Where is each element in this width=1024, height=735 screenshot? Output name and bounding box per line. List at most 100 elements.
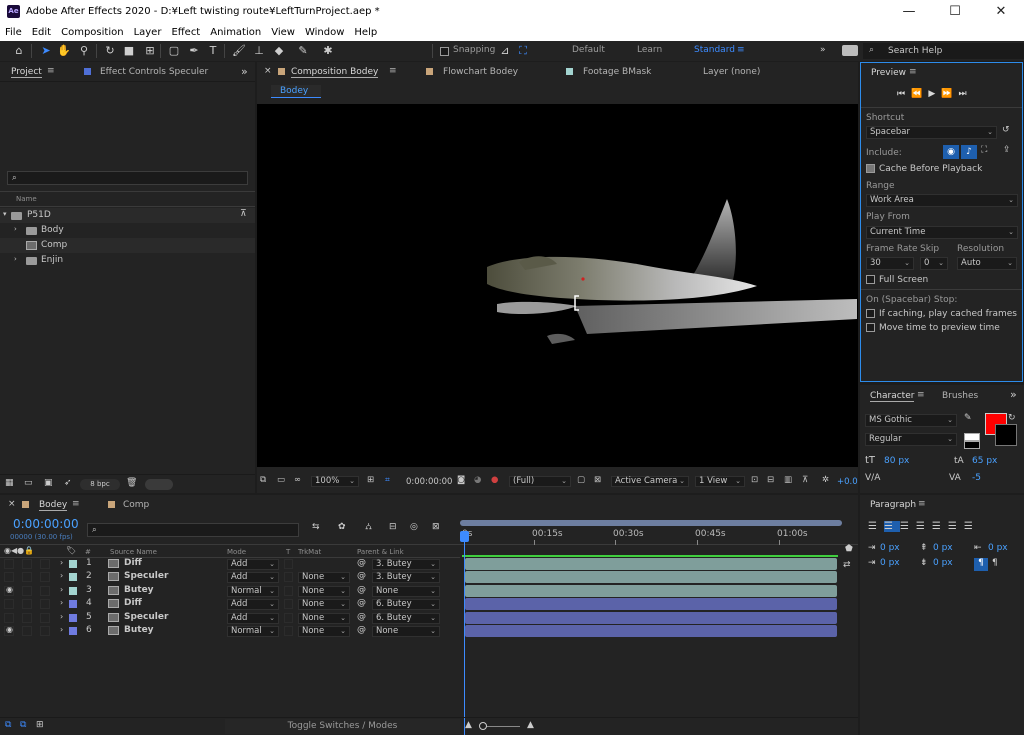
workspace-default[interactable]: Default [572, 45, 605, 55]
menu-view[interactable]: View [271, 27, 295, 38]
expand-arrow-icon[interactable]: › [60, 558, 63, 567]
play-icon[interactable]: ▶ [928, 89, 941, 99]
export-icon[interactable]: ⇪ [1003, 145, 1011, 155]
audio-switch-box[interactable] [22, 586, 32, 596]
layer-duration-bar[interactable] [465, 625, 837, 637]
video-switch-box[interactable] [4, 613, 14, 623]
layer-duration-bar[interactable] [465, 571, 837, 583]
first-frame-icon[interactable]: ⏮ [897, 89, 911, 99]
menu-animation[interactable]: Animation [210, 27, 261, 38]
parent-dropdown[interactable]: None ⌄ [372, 586, 440, 597]
tracking-value[interactable]: -5 [972, 473, 981, 483]
track-matte-dropdown[interactable]: None ⌄ [298, 599, 350, 610]
leading-value[interactable]: 65 px [972, 456, 997, 466]
snap-edges-icon[interactable]: ⊿ [497, 43, 513, 58]
expand-switches-icon[interactable]: ⊞ [36, 720, 44, 730]
composition-viewer[interactable] [257, 104, 858, 467]
skip-dropdown[interactable]: 0 ⌄ [920, 257, 948, 270]
sync-settings-icon[interactable] [842, 45, 858, 56]
fast-previews-icon[interactable]: ⊟ [767, 475, 774, 485]
list-item[interactable]: › Enjin [0, 253, 255, 268]
full-screen-checkbox[interactable] [866, 275, 875, 284]
blend-mode-dropdown[interactable]: Add ⌄ [227, 572, 279, 583]
stroke-color-swatch[interactable] [995, 424, 1017, 446]
tab-timeline-bodey[interactable]: Bodey [39, 500, 68, 511]
rotate-tool-icon[interactable]: ↻ [102, 43, 118, 58]
motion-blur-icon[interactable]: ◎ [410, 522, 418, 532]
toggle-switches-modes-button[interactable]: Toggle Switches / Modes [225, 719, 460, 734]
lock-switch-box[interactable] [40, 586, 50, 596]
tab-character[interactable]: Character [870, 391, 915, 402]
table-row[interactable]: › 5 Speculer Add ⌄ None ⌄ @6. Butey ⌄ [0, 612, 460, 625]
reset-icon[interactable]: ↺ [1002, 125, 1010, 135]
hide-shy-layers-icon[interactable]: ⛼ [365, 522, 372, 533]
playhead-marker[interactable] [460, 531, 469, 542]
panel-menu-icon[interactable]: ≡ [917, 390, 925, 400]
space-after-value[interactable]: 0 px [933, 558, 953, 568]
render-queue-icon[interactable]: ➶ [64, 478, 72, 488]
justify-all-icon[interactable]: ☰ [964, 521, 980, 532]
list-item[interactable]: Comp [0, 238, 255, 253]
transparency-grid-icon[interactable]: ⊠ [594, 475, 601, 485]
justify-left-icon[interactable]: ☰ [916, 521, 932, 532]
text-direction-rtl-icon[interactable]: ¶ [992, 558, 998, 568]
panel-menu-icon[interactable]: ≡ [47, 66, 55, 76]
timeline-zoom-handle[interactable] [479, 722, 487, 730]
pick-whip-icon[interactable]: @ [357, 571, 366, 581]
include-audio-icon[interactable]: ♪ [961, 145, 977, 159]
timeline-icon[interactable]: ▥ [784, 475, 792, 485]
white-swatch[interactable] [964, 433, 980, 441]
snapshot-tools-icon[interactable]: ⧉ [260, 475, 266, 485]
label-color-icon[interactable] [69, 627, 77, 635]
indent-left-value[interactable]: 0 px [880, 543, 900, 553]
align-right-icon[interactable]: ☰ [900, 521, 916, 532]
tab-effect-controls[interactable]: Effect Controls Speculer [100, 67, 208, 77]
camera-snapshot-icon[interactable]: ◙ [457, 475, 465, 485]
workspace-overflow-icon[interactable]: » [820, 45, 826, 55]
thumbnail-slider[interactable] [145, 479, 173, 490]
workspace-menu-icon[interactable]: ≡ [737, 45, 745, 55]
frame-blending-icon[interactable]: ⊟ [389, 522, 397, 532]
label-color-icon[interactable] [69, 560, 77, 568]
draft-3d-icon[interactable]: ✿ [338, 522, 346, 532]
video-switch-box[interactable] [4, 599, 14, 609]
minimize-button[interactable]: — [886, 0, 932, 24]
parent-dropdown[interactable]: None ⌄ [372, 626, 440, 637]
layer-duration-bar[interactable] [465, 598, 837, 610]
menu-file[interactable]: File [5, 27, 22, 38]
zoom-out-icon[interactable]: ▲ [465, 720, 472, 730]
flowchart-icon[interactable]: ⊼ [240, 209, 247, 219]
render-time-icon[interactable]: ⧉ [5, 720, 11, 730]
tab-footage[interactable]: Footage BMask [583, 67, 651, 77]
preserve-transparency-box[interactable] [284, 559, 293, 569]
trash-icon[interactable]: 🗑 [126, 478, 137, 488]
font-size-value[interactable]: 80 px [884, 456, 909, 466]
tab-brushes[interactable]: Brushes [942, 391, 978, 401]
preserve-transparency-box[interactable] [284, 572, 293, 582]
audio-switch-box[interactable] [22, 572, 32, 582]
play-from-dropdown[interactable]: Current Time ⌄ [866, 226, 1018, 239]
lock-switch-box[interactable] [40, 626, 50, 636]
text-direction-ltr-icon[interactable]: ¶ [974, 558, 988, 571]
selection-tool-icon[interactable]: ➤ [38, 43, 54, 58]
expand-arrow-icon[interactable]: › [14, 255, 17, 263]
include-overlays-icon[interactable]: ⛶ [981, 145, 987, 155]
show-snapshot-icon[interactable]: ◕ [474, 475, 481, 485]
track-matte-dropdown[interactable]: None ⌄ [298, 572, 350, 583]
workspace-standard[interactable]: Standard [694, 45, 735, 55]
toggle-pixel-aspect-icon[interactable]: ⊡ [751, 475, 758, 485]
pick-whip-icon[interactable]: @ [357, 625, 366, 635]
layer-duration-bar[interactable] [465, 585, 837, 597]
preserve-transparency-box[interactable] [284, 586, 293, 596]
audio-switch-box[interactable] [22, 626, 32, 636]
menu-window[interactable]: Window [305, 27, 344, 38]
pan-behind-tool-icon[interactable]: ⊞ [142, 43, 158, 58]
black-swatch[interactable] [964, 441, 980, 449]
video-switch-box[interactable] [4, 559, 14, 569]
tab-project[interactable]: Project [11, 67, 42, 78]
in-out-toggle-icon[interactable]: ⧉ [20, 720, 26, 730]
brush-tool-icon[interactable]: 🖌 [231, 43, 247, 58]
maximize-button[interactable]: ☐ [932, 0, 978, 24]
snap-features-icon[interactable]: ⛶ [515, 43, 531, 58]
track-matte-t-header[interactable]: T [286, 548, 290, 556]
